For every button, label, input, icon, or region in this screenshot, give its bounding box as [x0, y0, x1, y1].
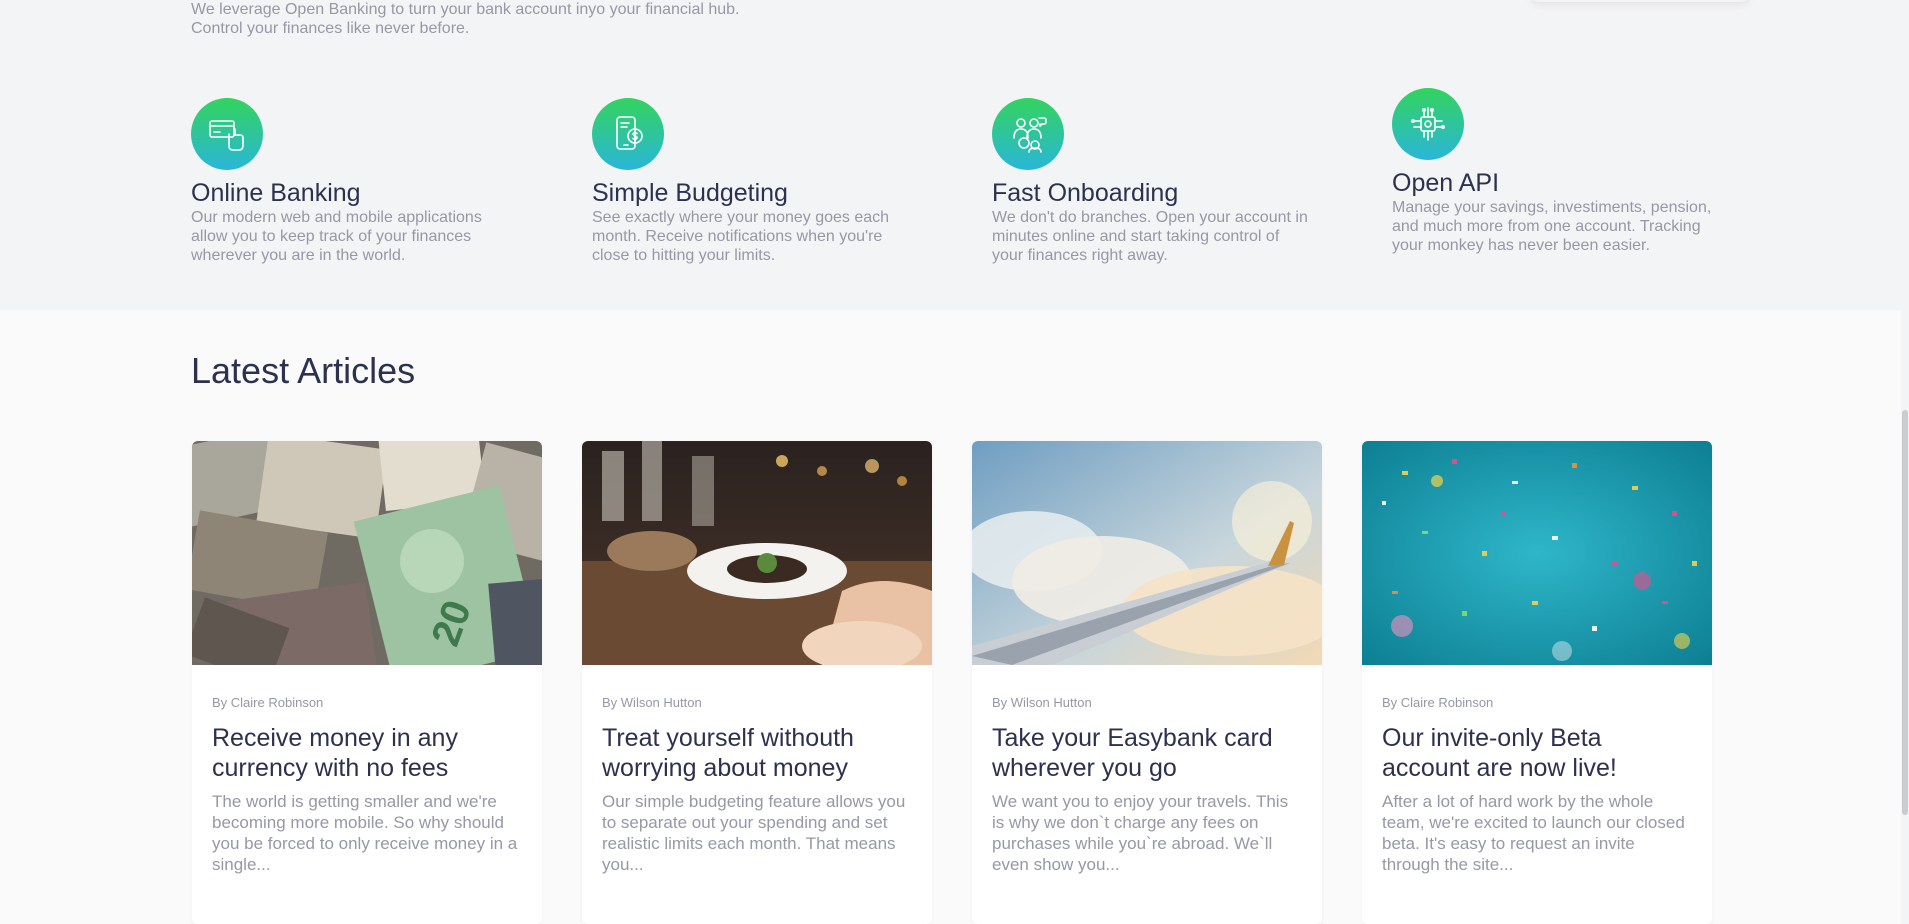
article-title[interactable]: Our invite-only Beta account are now liv…: [1382, 723, 1692, 783]
onboarding-icon: [992, 98, 1064, 170]
article-title[interactable]: Treat yourself withouth worrying about m…: [602, 723, 912, 783]
feature-title: Simple Budgeting: [592, 179, 788, 207]
article-author: By Wilson Hutton: [992, 695, 1092, 710]
currency-image: 20: [192, 441, 542, 665]
feature-title: Online Banking: [191, 179, 361, 207]
article-card[interactable]: By Wilson Hutton Take your Easybank card…: [972, 441, 1322, 924]
mockup-shadow: [1530, 0, 1750, 2]
intro-line-1: We leverage Open Banking to turn your ba…: [191, 1, 740, 18]
article-excerpt: The world is getting smaller and we're b…: [212, 792, 518, 874]
plane-image: [972, 441, 1322, 665]
feature-fast-onboarding: Fast Onboarding We don't do branches. Op…: [992, 98, 1312, 265]
feature-description: Manage your savings, investiments, pensi…: [1392, 199, 1712, 254]
features-section: We leverage Open Banking to turn your ba…: [0, 0, 1909, 310]
article-card[interactable]: By Wilson Hutton Treat yourself withouth…: [582, 441, 932, 924]
feature-simple-budgeting: Simple Budgeting See exactly where your …: [592, 98, 912, 265]
article-excerpt: Our simple budgeting feature allows you …: [602, 792, 906, 874]
article-author: By Wilson Hutton: [602, 695, 702, 710]
feature-title: Fast Onboarding: [992, 179, 1179, 207]
intro-text: We leverage Open Banking to turn your ba…: [191, 0, 811, 38]
feature-description: Our modern web and mobile applications a…: [191, 209, 482, 264]
article-card[interactable]: By Claire Robinson Our invite-only Beta …: [1362, 441, 1712, 924]
online-banking-icon: [191, 98, 263, 170]
article-title[interactable]: Receive money in any currency with no fe…: [212, 723, 522, 783]
article-author: By Claire Robinson: [212, 695, 324, 710]
article-title[interactable]: Take your Easybank card wherever you go: [992, 723, 1302, 783]
article-excerpt: We want you to enjoy your travels. This …: [992, 792, 1289, 874]
feature-description: See exactly where your money goes each m…: [592, 209, 890, 264]
article-card[interactable]: 20 By Claire Robinson Receive money in a…: [192, 441, 542, 924]
scrollbar-thumb[interactable]: [1902, 410, 1908, 815]
feature-title: Open API: [1392, 169, 1500, 197]
intro-line-2: Control your finances like never before.: [191, 20, 470, 37]
confetti-image: [1362, 441, 1712, 665]
article-excerpt: After a lot of hard work by the whole te…: [1382, 792, 1685, 874]
feature-open-api: Open API Manage your savings, investimen…: [1392, 88, 1712, 255]
article-author: By Claire Robinson: [1382, 695, 1494, 710]
budgeting-icon: [592, 98, 664, 170]
restaurant-image: [582, 441, 932, 665]
latest-articles-section: Latest Articles 20 By Claire Robinson Re…: [0, 310, 1909, 924]
api-icon: [1392, 88, 1464, 160]
feature-description: We don't do branches. Open your account …: [992, 209, 1308, 264]
section-title: Latest Articles: [191, 350, 416, 391]
feature-online-banking: Online Banking Our modern web and mobile…: [191, 98, 511, 265]
